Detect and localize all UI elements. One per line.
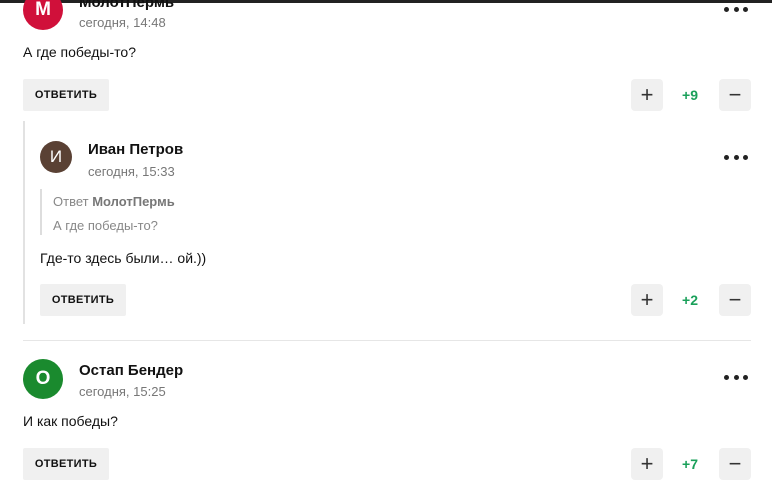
reply-button[interactable]: ОТВЕТИТЬ	[23, 448, 109, 480]
comment-text: А где победы-то?	[23, 44, 136, 60]
avatar[interactable]: О	[23, 359, 63, 399]
avatar-letter: О	[35, 368, 51, 389]
more-dots-icon[interactable]	[724, 369, 748, 385]
comment-time: сегодня, 15:33	[88, 164, 175, 179]
divider	[23, 340, 751, 341]
score: +2	[682, 292, 698, 308]
author-name[interactable]: МолотПермь	[79, 0, 174, 11]
author-name[interactable]: Иван Петров	[88, 141, 183, 158]
avatar[interactable]: М	[23, 0, 63, 30]
thread-line	[23, 121, 25, 324]
comment-time: сегодня, 15:25	[79, 384, 166, 399]
more-dots-icon[interactable]	[724, 1, 748, 17]
comment-text: И как победы?	[23, 413, 118, 429]
more-dots-icon[interactable]	[724, 149, 748, 165]
reply-button[interactable]: ОТВЕТИТЬ	[40, 284, 126, 316]
quote-author[interactable]: МолотПермь	[92, 194, 174, 209]
avatar[interactable]: И	[40, 141, 72, 173]
avatar-letter: И	[49, 147, 63, 166]
reply-button[interactable]: ОТВЕТИТЬ	[23, 79, 109, 111]
comment-text: Где-то здесь были… ой.))	[40, 250, 207, 266]
plus-icon[interactable]: +	[631, 448, 663, 480]
avatar-letter: М	[35, 0, 51, 20]
comment-time: сегодня, 14:48	[79, 15, 166, 30]
plus-icon[interactable]: +	[631, 284, 663, 316]
quote-header: Ответ МолотПермь	[53, 194, 175, 209]
quote-bar	[40, 189, 42, 235]
score: +7	[682, 456, 698, 472]
minus-icon[interactable]: −	[719, 448, 751, 480]
score: +9	[682, 87, 698, 103]
quote-prefix: Ответ	[53, 194, 89, 209]
plus-icon[interactable]: +	[631, 79, 663, 111]
quote-text: А где победы-то?	[53, 218, 158, 233]
author-name[interactable]: Остап Бендер	[79, 362, 183, 379]
minus-icon[interactable]: −	[719, 284, 751, 316]
minus-icon[interactable]: −	[719, 79, 751, 111]
